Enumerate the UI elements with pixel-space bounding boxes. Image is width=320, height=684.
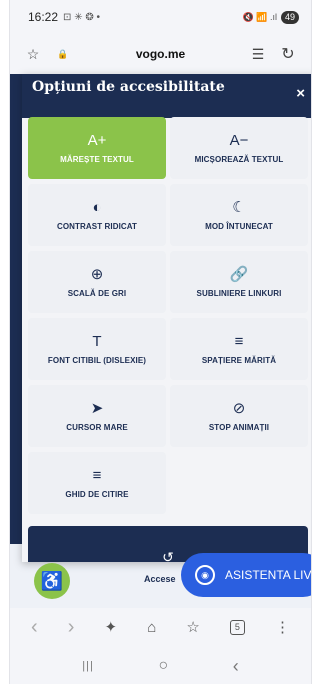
status-bar: 16:22 ⊡ ✳ ❂ • 🔇 📶 .ıl 49	[10, 0, 311, 34]
tile-label: CONTRAST RIDICAT	[56, 221, 138, 231]
tile-label: MOD ÎNTUNECAT	[205, 221, 273, 231]
sparkle-icon[interactable]: ✦	[105, 618, 118, 636]
tabs-icon[interactable]: 5	[229, 619, 245, 635]
tile-increased-spacing[interactable]: ≡ SPAȚIERE MĂRITĂ	[170, 318, 308, 380]
close-icon[interactable]: ×	[296, 85, 305, 102]
decrease-text-icon: A−	[229, 131, 249, 149]
tile-label: MĂREȘTE TEXTUL	[60, 154, 134, 164]
live-assistance-label: ASISTENTA LIVE	[225, 568, 312, 582]
recents-icon[interactable]: |||	[82, 660, 94, 672]
increase-text-icon: A+	[87, 131, 107, 149]
accessibility-button[interactable]: ♿	[34, 563, 70, 599]
tile-underline-links[interactable]: 🔗 SUBLINIERE LINKURI	[170, 251, 308, 313]
back-icon[interactable]: ‹	[31, 616, 38, 639]
tile-reading-guide[interactable]: ≡ GHID DE CITIRE	[28, 452, 166, 514]
phone-screen: 16:22 ⊡ ✳ ❂ • 🔇 📶 .ıl 49 ☆ 🔒 vogo.me ☰ ↻…	[9, 0, 312, 684]
tile-grayscale[interactable]: ⊕ SCALĂ DE GRI	[28, 251, 166, 313]
tile-increase-text[interactable]: A+ MĂREȘTE TEXTUL	[28, 117, 166, 179]
star-icon[interactable]: ☆	[22, 43, 44, 65]
signal-icons: 🔇 📶 .ıl	[242, 11, 277, 22]
system-back-icon[interactable]: ‹	[233, 656, 239, 677]
lock-icon: 🔒	[57, 48, 69, 59]
accessibility-options-grid: A+ MĂREȘTE TEXTUL A− MICȘOREAZĂ TEXTUL ◐ CONT…	[28, 117, 308, 514]
tile-stop-animations[interactable]: ⊘ STOP ANIMAȚII	[170, 385, 308, 447]
high-contrast-icon: ◐	[92, 198, 102, 216]
bookmarks-icon[interactable]: ☆	[186, 618, 199, 636]
tile-label: SUBLINIERE LINKURI	[196, 288, 282, 298]
notification-icons: ⊡ ✳ ❂ •	[63, 11, 101, 23]
underline-links-icon: 🔗	[229, 265, 249, 283]
tile-high-contrast[interactable]: ◐ CONTRAST RIDICAT	[28, 184, 166, 246]
grayscale-icon: ⊕	[90, 265, 104, 283]
reading-guide-icon: ≡	[92, 466, 102, 484]
tile-label: FONT CITIBIL (DISLEXIE)	[47, 355, 147, 365]
tile-label: CURSOR MARE	[66, 422, 128, 432]
large-cursor-icon: ➤	[90, 399, 104, 417]
tile-label: SPAȚIERE MĂRITĂ	[201, 355, 277, 365]
increased-spacing-icon: ≡	[234, 332, 244, 350]
tile-large-cursor[interactable]: ➤ CURSOR MARE	[28, 385, 166, 447]
panel-title: Opțiuni de accesibilitate	[32, 79, 225, 95]
accessibility-icon: ♿	[40, 570, 64, 591]
dark-mode-icon: ☾	[232, 198, 246, 216]
tile-label: SCALĂ DE GRI	[67, 288, 127, 298]
url-bar[interactable]: ☆ 🔒 vogo.me ☰ ↻	[10, 34, 311, 74]
access-link[interactable]: Accese	[144, 574, 176, 584]
tile-label: MICȘOREAZĂ TEXTUL	[194, 154, 284, 164]
chat-icon: ◉	[195, 565, 215, 585]
accessibility-panel: Opțiuni de accesibilitate × A+ MĂREȘTE TE…	[22, 74, 311, 562]
reader-mode-icon[interactable]: ☰	[247, 43, 269, 65]
home-icon[interactable]: ⌂	[147, 619, 156, 636]
battery-icon: 49	[280, 10, 299, 24]
reset-icon: ↺	[162, 549, 174, 562]
url-domain[interactable]: vogo.me	[82, 47, 239, 61]
stop-animations-icon: ⊘	[232, 399, 246, 417]
status-time: 16:22	[28, 10, 59, 24]
tile-label: GHID DE CITIRE	[65, 489, 129, 499]
reload-icon[interactable]: ↻	[277, 43, 299, 65]
tile-decrease-text[interactable]: A− MICȘOREAZĂ TEXTUL	[170, 117, 308, 179]
tile-dark-mode[interactable]: ☾ MOD ÎNTUNECAT	[170, 184, 308, 246]
tile-dyslexia-font[interactable]: T FONT CITIBIL (DISLEXIE)	[28, 318, 166, 380]
menu-icon[interactable]: ⋮	[275, 618, 290, 636]
tile-label: STOP ANIMAȚII	[208, 422, 270, 432]
panel-header: Opțiuni de accesibilitate ×	[22, 74, 311, 118]
system-home-icon[interactable]: ○	[158, 657, 168, 675]
browser-toolbar: ‹ › ✦ ⌂ ☆ 5 ⋮	[10, 606, 311, 648]
forward-icon[interactable]: ›	[68, 616, 75, 639]
dyslexia-font-icon: T	[92, 332, 102, 350]
live-assistance-button[interactable]: ◉ ASISTENTA LIVE	[181, 553, 312, 597]
system-navigation-bar: ||| ○ ‹	[10, 648, 311, 684]
